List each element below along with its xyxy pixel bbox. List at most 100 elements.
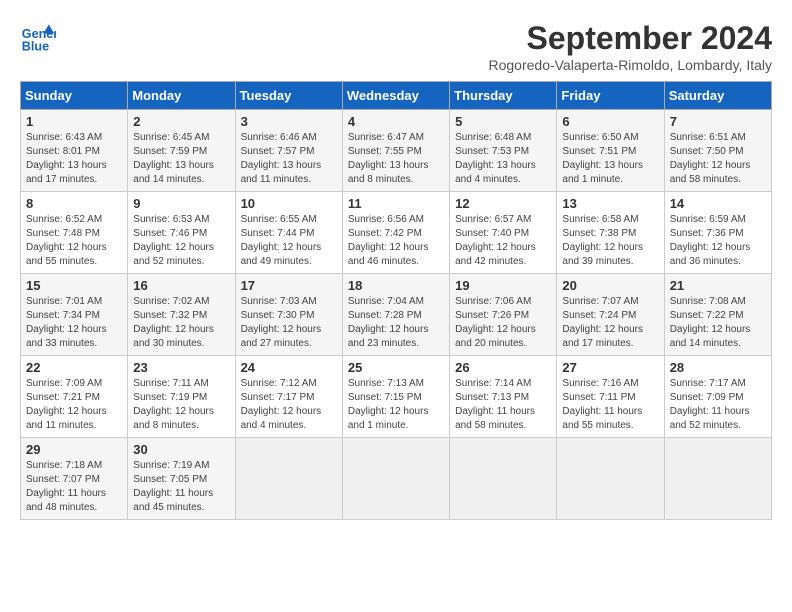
day-info: Sunrise: 7:06 AM Sunset: 7:26 PM Dayligh… — [455, 295, 551, 351]
calendar-day-cell: 30 Sunrise: 7:19 AM Sunset: 7:05 PM Dayli… — [128, 438, 235, 520]
day-number: 23 — [133, 360, 229, 375]
calendar-week-row: 29Sunrise: 7:18 AM Sunset: 7:07 PM Dayli… — [21, 438, 772, 520]
day-info: Sunrise: 7:09 AM Sunset: 7:21 PM Dayligh… — [26, 377, 122, 433]
calendar-day-cell: 2 Sunrise: 6:45 AM Sunset: 7:59 PM Daylig… — [128, 110, 235, 192]
calendar-day-cell: 11 Sunrise: 6:56 AM Sunset: 7:42 PM Dayli… — [342, 192, 449, 274]
calendar-day-cell: 21 Sunrise: 7:08 AM Sunset: 7:22 PM Dayli… — [664, 274, 771, 356]
day-info: Sunrise: 7:13 AM Sunset: 7:15 PM Dayligh… — [348, 377, 444, 433]
day-info: Sunrise: 7:01 AM Sunset: 7:34 PM Dayligh… — [26, 295, 122, 351]
calendar-week-row: 1 Sunrise: 6:43 AM Sunset: 8:01 PM Daylig… — [21, 110, 772, 192]
calendar-subtitle: Rogoredo-Valaperta-Rimoldo, Lombardy, It… — [488, 57, 772, 73]
day-info: Sunrise: 6:46 AM Sunset: 7:57 PM Dayligh… — [241, 131, 337, 187]
day-number: 22 — [26, 360, 122, 375]
calendar-day-cell: 15 Sunrise: 7:01 AM Sunset: 7:34 PM Dayli… — [21, 274, 128, 356]
day-info: Sunrise: 6:52 AM Sunset: 7:48 PM Dayligh… — [26, 213, 122, 269]
day-number: 1 — [26, 114, 122, 129]
day-number: 8 — [26, 196, 122, 211]
header: General Blue September 2024 Rogoredo-Val… — [20, 20, 772, 73]
day-info: Sunrise: 7:07 AM Sunset: 7:24 PM Dayligh… — [562, 295, 658, 351]
day-info: Sunrise: 6:57 AM Sunset: 7:40 PM Dayligh… — [455, 213, 551, 269]
day-number: 12 — [455, 196, 551, 211]
calendar-day-cell: 19 Sunrise: 7:06 AM Sunset: 7:26 PM Dayli… — [450, 274, 557, 356]
calendar-day-cell: 16 Sunrise: 7:02 AM Sunset: 7:32 PM Dayli… — [128, 274, 235, 356]
calendar-day-cell — [342, 438, 449, 520]
day-number: 10 — [241, 196, 337, 211]
day-number: 20 — [562, 278, 658, 293]
day-info: Sunrise: 7:03 AM Sunset: 7:30 PM Dayligh… — [241, 295, 337, 351]
day-header: Sunday — [21, 82, 128, 110]
calendar-day-cell: 25 Sunrise: 7:13 AM Sunset: 7:15 PM Dayli… — [342, 356, 449, 438]
day-number: 19 — [455, 278, 551, 293]
calendar-day-cell: 5Sunrise: 6:48 AM Sunset: 7:53 PM Daylig… — [450, 110, 557, 192]
day-info: Sunrise: 6:55 AM Sunset: 7:44 PM Dayligh… — [241, 213, 337, 269]
day-info: Sunrise: 7:19 AM Sunset: 7:05 PM Dayligh… — [133, 459, 229, 515]
day-info: Sunrise: 6:43 AM Sunset: 8:01 PM Dayligh… — [26, 131, 122, 187]
day-number: 5 — [455, 114, 551, 129]
day-info: Sunrise: 6:56 AM Sunset: 7:42 PM Dayligh… — [348, 213, 444, 269]
day-number: 21 — [670, 278, 766, 293]
day-header: Friday — [557, 82, 664, 110]
calendar-week-row: 8 Sunrise: 6:52 AM Sunset: 7:48 PM Daylig… — [21, 192, 772, 274]
day-info: Sunrise: 7:08 AM Sunset: 7:22 PM Dayligh… — [670, 295, 766, 351]
title-area: September 2024 Rogoredo-Valaperta-Rimold… — [488, 20, 772, 73]
day-info: Sunrise: 6:47 AM Sunset: 7:55 PM Dayligh… — [348, 131, 444, 187]
calendar-day-cell: 17 Sunrise: 7:03 AM Sunset: 7:30 PM Dayli… — [235, 274, 342, 356]
day-info: Sunrise: 6:45 AM Sunset: 7:59 PM Dayligh… — [133, 131, 229, 187]
day-info: Sunrise: 7:04 AM Sunset: 7:28 PM Dayligh… — [348, 295, 444, 351]
calendar-day-cell: 22 Sunrise: 7:09 AM Sunset: 7:21 PM Dayli… — [21, 356, 128, 438]
day-number: 27 — [562, 360, 658, 375]
calendar-header-row: SundayMondayTuesdayWednesdayThursdayFrid… — [21, 82, 772, 110]
day-info: Sunrise: 7:14 AM Sunset: 7:13 PM Dayligh… — [455, 377, 551, 433]
day-header: Tuesday — [235, 82, 342, 110]
day-number: 2 — [133, 114, 229, 129]
day-info: Sunrise: 6:51 AM Sunset: 7:50 PM Dayligh… — [670, 131, 766, 187]
calendar-day-cell: 8 Sunrise: 6:52 AM Sunset: 7:48 PM Daylig… — [21, 192, 128, 274]
day-number: 13 — [562, 196, 658, 211]
calendar-day-cell: 10 Sunrise: 6:55 AM Sunset: 7:44 PM Dayli… — [235, 192, 342, 274]
day-number: 6 — [562, 114, 658, 129]
day-number: 18 — [348, 278, 444, 293]
day-header: Monday — [128, 82, 235, 110]
day-number: 17 — [241, 278, 337, 293]
calendar-title: September 2024 — [488, 20, 772, 57]
calendar-day-cell: 6 Sunrise: 6:50 AM Sunset: 7:51 PM Daylig… — [557, 110, 664, 192]
logo: General Blue — [20, 20, 56, 56]
calendar-day-cell: 1 Sunrise: 6:43 AM Sunset: 8:01 PM Daylig… — [21, 110, 128, 192]
calendar-day-cell: 12 Sunrise: 6:57 AM Sunset: 7:40 PM Dayli… — [450, 192, 557, 274]
day-info: Sunrise: 7:12 AM Sunset: 7:17 PM Dayligh… — [241, 377, 337, 433]
day-info: Sunrise: 7:02 AM Sunset: 7:32 PM Dayligh… — [133, 295, 229, 351]
day-number: 3 — [241, 114, 337, 129]
day-number: 7 — [670, 114, 766, 129]
calendar-day-cell: 26 Sunrise: 7:14 AM Sunset: 7:13 PM Dayli… — [450, 356, 557, 438]
day-info: Sunrise: 6:53 AM Sunset: 7:46 PM Dayligh… — [133, 213, 229, 269]
calendar-day-cell: 4Sunrise: 6:47 AM Sunset: 7:55 PM Daylig… — [342, 110, 449, 192]
day-number: 24 — [241, 360, 337, 375]
day-number: 30 — [133, 442, 229, 457]
day-header: Saturday — [664, 82, 771, 110]
day-number: 9 — [133, 196, 229, 211]
calendar-day-cell — [664, 438, 771, 520]
calendar-day-cell: 14 Sunrise: 6:59 AM Sunset: 7:36 PM Dayli… — [664, 192, 771, 274]
logo-icon: General Blue — [20, 20, 56, 56]
day-info: Sunrise: 7:18 AM Sunset: 7:07 PM Dayligh… — [26, 459, 122, 515]
day-number: 26 — [455, 360, 551, 375]
calendar-day-cell: 23 Sunrise: 7:11 AM Sunset: 7:19 PM Dayli… — [128, 356, 235, 438]
day-info: Sunrise: 7:16 AM Sunset: 7:11 PM Dayligh… — [562, 377, 658, 433]
calendar-day-cell: 3 Sunrise: 6:46 AM Sunset: 7:57 PM Daylig… — [235, 110, 342, 192]
calendar-day-cell: 9 Sunrise: 6:53 AM Sunset: 7:46 PM Daylig… — [128, 192, 235, 274]
calendar-body: 1 Sunrise: 6:43 AM Sunset: 8:01 PM Daylig… — [21, 110, 772, 520]
day-info: Sunrise: 7:11 AM Sunset: 7:19 PM Dayligh… — [133, 377, 229, 433]
day-info: Sunrise: 6:58 AM Sunset: 7:38 PM Dayligh… — [562, 213, 658, 269]
day-number: 14 — [670, 196, 766, 211]
day-number: 11 — [348, 196, 444, 211]
calendar-day-cell: 13 Sunrise: 6:58 AM Sunset: 7:38 PM Dayli… — [557, 192, 664, 274]
day-info: Sunrise: 6:50 AM Sunset: 7:51 PM Dayligh… — [562, 131, 658, 187]
day-number: 25 — [348, 360, 444, 375]
calendar-week-row: 22 Sunrise: 7:09 AM Sunset: 7:21 PM Dayli… — [21, 356, 772, 438]
calendar-day-cell: 24 Sunrise: 7:12 AM Sunset: 7:17 PM Dayli… — [235, 356, 342, 438]
day-number: 16 — [133, 278, 229, 293]
day-info: Sunrise: 6:59 AM Sunset: 7:36 PM Dayligh… — [670, 213, 766, 269]
svg-text:Blue: Blue — [22, 40, 49, 54]
day-number: 15 — [26, 278, 122, 293]
day-header: Thursday — [450, 82, 557, 110]
